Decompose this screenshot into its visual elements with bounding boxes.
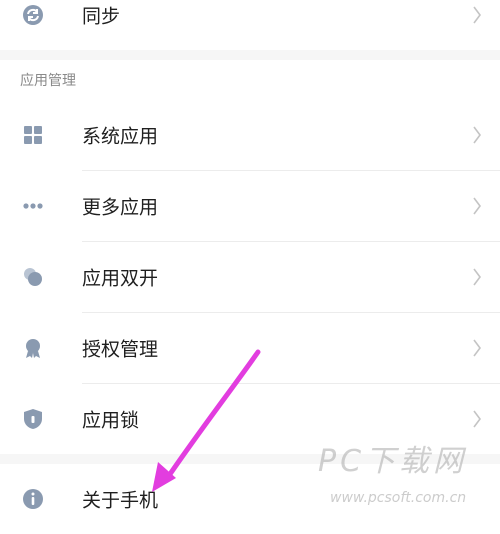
settings-item-label: 关于手机: [82, 489, 159, 512]
chevron-right-icon: [473, 410, 481, 428]
badge-icon: [26, 339, 40, 358]
settings-item-label: 授权管理: [82, 338, 159, 361]
section-separator: [0, 454, 500, 464]
chevron-right-icon: [473, 6, 481, 24]
settings-item-label: 应用锁: [82, 409, 140, 432]
grid-icon: [24, 126, 42, 144]
settings-item-system-apps[interactable]: 系统应用: [0, 100, 500, 170]
sync-icon: [23, 5, 43, 25]
chevron-right-icon: [473, 268, 481, 286]
settings-item-permissions[interactable]: 授权管理: [0, 313, 500, 383]
dual-app-icon: [24, 268, 42, 286]
settings-item-label: 应用双开: [82, 267, 159, 290]
settings-item-label: 同步: [82, 5, 121, 28]
more-dots-icon: [23, 203, 43, 209]
settings-item-sync[interactable]: 同步: [0, 0, 500, 50]
info-icon: [23, 489, 43, 509]
shield-lock-icon: [24, 409, 42, 429]
settings-item-about-phone[interactable]: 关于手机: [0, 464, 500, 534]
section-title: 应用管理: [20, 73, 76, 89]
chevron-right-icon: [473, 126, 481, 144]
settings-item-app-lock[interactable]: 应用锁: [0, 384, 500, 454]
chevron-right-icon: [473, 197, 481, 215]
settings-item-label: 系统应用: [82, 125, 159, 148]
section-separator: [0, 50, 500, 60]
settings-item-dual-apps[interactable]: 应用双开: [0, 242, 500, 312]
settings-item-label: 更多应用: [82, 196, 159, 219]
settings-item-more-apps[interactable]: 更多应用: [0, 171, 500, 241]
chevron-right-icon: [473, 339, 481, 357]
